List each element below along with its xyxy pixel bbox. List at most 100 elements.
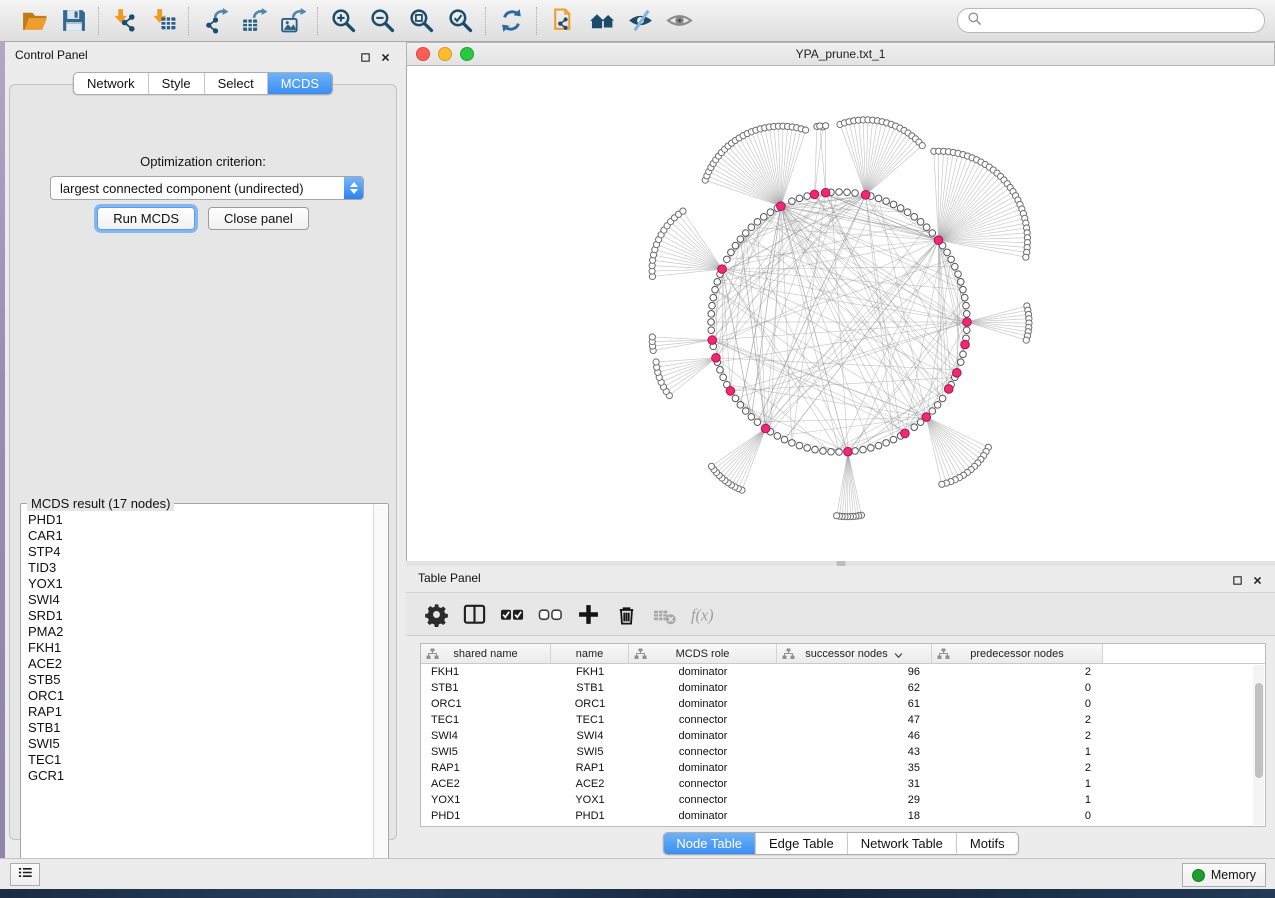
network-node[interactable]: [708, 311, 715, 318]
columns-icon[interactable]: [462, 602, 487, 627]
network-node[interactable]: [875, 195, 882, 202]
import-network-icon[interactable]: [111, 7, 138, 34]
network-hub-node[interactable]: [963, 318, 972, 327]
refresh-icon[interactable]: [498, 7, 525, 34]
network-node[interactable]: [911, 214, 918, 221]
mcds-result-item[interactable]: TID3: [28, 560, 374, 576]
table-scrollbar[interactable]: [1253, 665, 1264, 825]
mcds-list-scrollbar[interactable]: [373, 505, 387, 870]
hide-eye-icon[interactable]: [627, 7, 654, 34]
import-table-icon[interactable]: [150, 7, 177, 34]
table-cell[interactable]: 0: [932, 808, 1103, 824]
network-node[interactable]: [732, 242, 739, 249]
table-cell[interactable]: connector: [629, 792, 777, 808]
network-node[interactable]: [737, 236, 744, 243]
search-box[interactable]: [957, 8, 1265, 33]
table-cell[interactable]: 1: [932, 792, 1103, 808]
table-cell[interactable]: SWI4: [421, 728, 551, 744]
table-cell[interactable]: 2: [932, 664, 1103, 680]
table-cell[interactable]: 2: [932, 760, 1103, 776]
export-network-icon[interactable]: [201, 7, 228, 34]
table-cell[interactable]: ACE2: [551, 776, 629, 792]
table-cell[interactable]: ORC1: [551, 696, 629, 712]
close-table-panel-icon[interactable]: [1252, 573, 1263, 584]
show-eye-icon[interactable]: [666, 7, 693, 34]
network-node[interactable]: [944, 249, 951, 256]
network-node[interactable]: [709, 302, 716, 309]
network-hub-node[interactable]: [922, 413, 931, 422]
mcds-result-item[interactable]: SWI4: [28, 592, 374, 608]
table-cell[interactable]: TEC1: [551, 712, 629, 728]
table-row[interactable]: FKH1FKH1dominator962: [421, 664, 1265, 680]
network-node[interactable]: [890, 201, 897, 208]
table-cell[interactable]: dominator: [629, 680, 777, 696]
table-cell[interactable]: FKH1: [421, 664, 551, 680]
table-cell[interactable]: STB1: [551, 680, 629, 696]
mcds-result-item[interactable]: STP4: [28, 544, 374, 560]
network-hub-node[interactable]: [861, 191, 870, 200]
table-cell[interactable]: 2: [932, 712, 1103, 728]
network-hub-node[interactable]: [953, 368, 962, 377]
network-node[interactable]: [963, 311, 970, 318]
table-cell[interactable]: 1: [932, 744, 1103, 760]
table-cell[interactable]: connector: [629, 776, 777, 792]
network-node[interactable]: [883, 198, 890, 205]
network-node[interactable]: [812, 446, 819, 453]
select-all-icon[interactable]: [500, 602, 525, 627]
table-cell[interactable]: SWI5: [551, 744, 629, 760]
table-cell[interactable]: 0: [932, 696, 1103, 712]
network-node[interactable]: [820, 448, 827, 455]
network-leaf-node[interactable]: [803, 127, 809, 133]
network-hub-node[interactable]: [777, 202, 786, 211]
close-panel-icon[interactable]: [380, 50, 391, 61]
tab-network[interactable]: Network: [74, 73, 148, 94]
mcds-result-item[interactable]: TEC1: [28, 752, 374, 768]
network-node[interactable]: [708, 319, 715, 326]
network-node[interactable]: [883, 440, 890, 447]
deselect-all-icon[interactable]: [538, 602, 563, 627]
network-canvas[interactable]: [406, 66, 1275, 561]
network-hub-node[interactable]: [944, 385, 953, 394]
network-node[interactable]: [929, 408, 936, 415]
float-panel-icon[interactable]: [360, 50, 371, 61]
zoom-in-icon[interactable]: [330, 7, 357, 34]
table-row[interactable]: RAP1RAP1dominator352: [421, 760, 1265, 776]
network-node[interactable]: [748, 224, 755, 231]
network-node[interactable]: [961, 294, 968, 301]
network-node[interactable]: [748, 413, 755, 420]
network-leaf-node[interactable]: [919, 143, 925, 149]
mcds-result-item[interactable]: GCR1: [28, 768, 374, 784]
search-input[interactable]: [987, 13, 1255, 29]
column-header-name[interactable]: name: [551, 644, 629, 664]
table-cell[interactable]: ACE2: [421, 776, 551, 792]
network-node[interactable]: [804, 193, 811, 200]
column-header-MCDS-role[interactable]: MCDS role: [629, 644, 777, 664]
network-node[interactable]: [957, 279, 964, 286]
table-row[interactable]: PHD1PHD1dominator180: [421, 808, 1265, 824]
table-cell[interactable]: 43: [777, 744, 932, 760]
tab-motifs[interactable]: Motifs: [956, 833, 1018, 854]
table-cell[interactable]: PHD1: [421, 808, 551, 824]
network-hub-node[interactable]: [712, 354, 721, 363]
delete-icon[interactable]: [614, 602, 639, 627]
tab-mcds[interactable]: MCDS: [267, 73, 332, 94]
network-node[interactable]: [860, 446, 867, 453]
network-leaf-node[interactable]: [834, 513, 840, 519]
mcds-result-item[interactable]: CAR1: [28, 528, 374, 544]
mcds-result-item[interactable]: ORC1: [28, 688, 374, 704]
table-cell[interactable]: 47: [777, 712, 932, 728]
mcds-result-item[interactable]: SWI5: [28, 736, 374, 752]
table-row[interactable]: SWI5SWI5connector431: [421, 744, 1265, 760]
mcds-result-item[interactable]: YOX1: [28, 576, 374, 592]
task-history-button[interactable]: [10, 863, 40, 886]
network-node[interactable]: [720, 374, 727, 381]
network-hub-node[interactable]: [718, 265, 727, 274]
mcds-result-item[interactable]: ACE2: [28, 656, 374, 672]
table-cell[interactable]: dominator: [629, 728, 777, 744]
network-leaf-node[interactable]: [817, 123, 823, 129]
network-node[interactable]: [732, 395, 739, 402]
table-cell[interactable]: dominator: [629, 760, 777, 776]
network-node[interactable]: [796, 442, 803, 449]
column-header-successor-nodes[interactable]: successor nodes: [777, 644, 932, 664]
network-node[interactable]: [754, 219, 761, 226]
